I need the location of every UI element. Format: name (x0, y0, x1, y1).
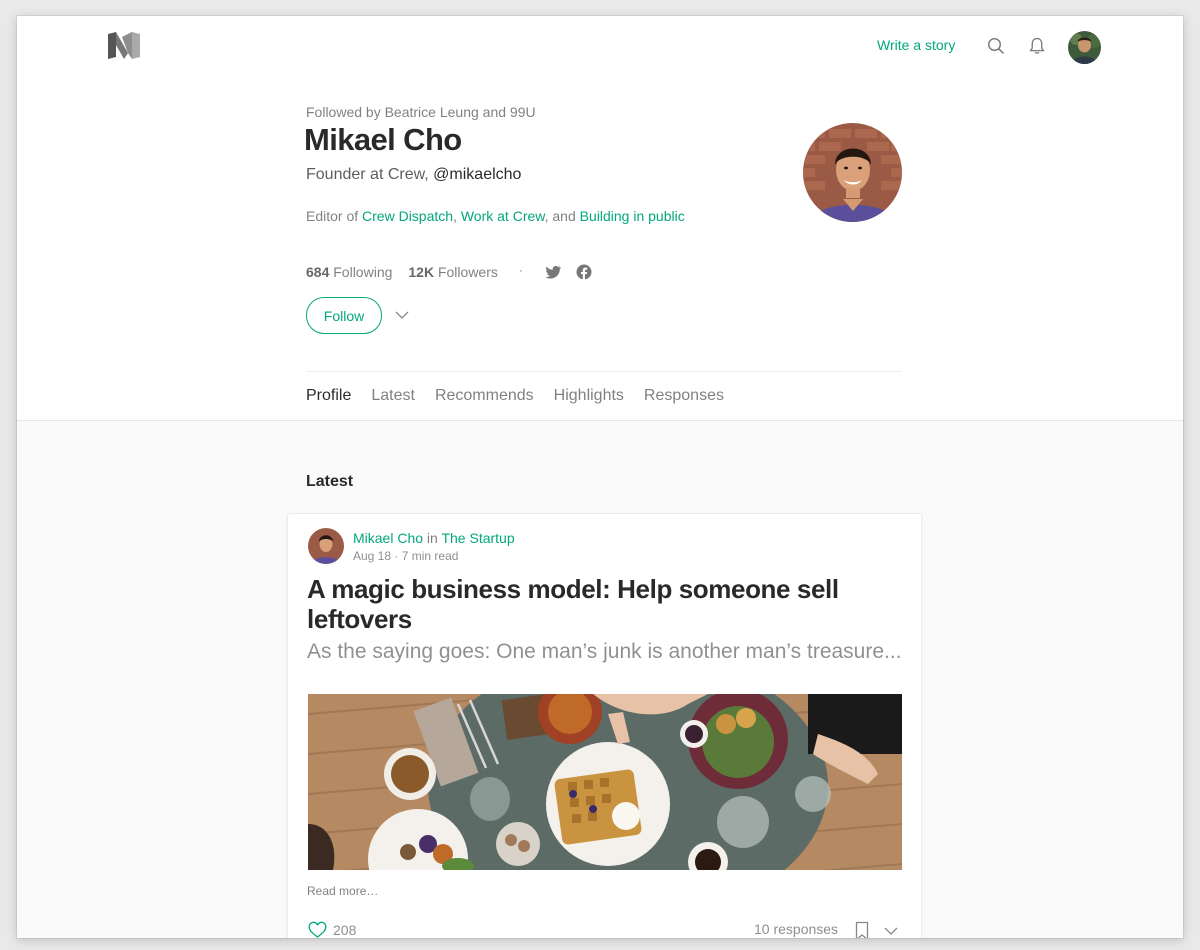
tab-profile[interactable]: Profile (306, 387, 351, 405)
followers-label: Followers (434, 264, 498, 280)
author-avatar[interactable] (308, 528, 344, 564)
bell-icon[interactable] (1027, 36, 1047, 56)
post-subtitle[interactable]: As the saying goes: One man’s junk is an… (307, 640, 902, 664)
read-more-link[interactable]: Read more… (307, 884, 378, 898)
chevron-down-icon[interactable] (394, 307, 410, 323)
post-footer: 208 10 responses (307, 919, 902, 938)
publication-link-crew-dispatch[interactable]: Crew Dispatch (362, 208, 453, 224)
read-time: 7 min read (401, 549, 459, 563)
post-cover-image[interactable] (308, 694, 902, 870)
medium-logo-icon[interactable] (108, 32, 140, 59)
latest-section-title: Latest (306, 473, 354, 490)
post-date-readtime: Aug 18 · 7 min read (353, 549, 458, 563)
search-icon[interactable] (986, 36, 1006, 56)
write-story-link[interactable]: Write a story (877, 37, 955, 53)
author-link[interactable]: Mikael Cho (353, 530, 423, 546)
publication-link-work-at-crew[interactable]: Work at Crew (461, 208, 545, 224)
tab-latest[interactable]: Latest (371, 387, 415, 405)
profile-avatar (803, 123, 902, 222)
tab-highlights[interactable]: Highlights (554, 387, 624, 405)
tab-recommends[interactable]: Recommends (435, 387, 534, 405)
meta-separator: · (391, 549, 402, 563)
editor-separator: , (453, 208, 461, 224)
editor-of-label: Editor of (306, 208, 363, 224)
followers-count[interactable]: 12K Followers (408, 264, 497, 280)
post-date[interactable]: Aug 18 (353, 549, 391, 563)
post-title[interactable]: A magic business model: Help someone sel… (307, 574, 902, 634)
chevron-down-icon[interactable] (883, 923, 899, 938)
profile-handle: @mikaelcho (433, 166, 522, 183)
stats-separator: · (518, 263, 523, 277)
followers-number: 12K (408, 264, 435, 280)
heart-icon[interactable] (307, 919, 328, 938)
like-count[interactable]: 208 (333, 922, 356, 938)
publication-link-building-in-public[interactable]: Building in public (580, 208, 685, 224)
following-count[interactable]: 684 Following (306, 264, 392, 280)
facebook-icon[interactable] (575, 263, 593, 281)
publication-link[interactable]: The Startup (441, 530, 514, 546)
profile-name: Mikael Cho (304, 122, 462, 157)
following-number: 684 (306, 264, 330, 280)
user-avatar[interactable] (1068, 31, 1101, 64)
profile-header: Write a story Followed by Beatrice Leung… (17, 16, 1183, 421)
responses-link[interactable]: 10 responses (754, 921, 838, 937)
tab-responses[interactable]: Responses (644, 387, 724, 405)
in-label: in (423, 530, 442, 546)
twitter-icon[interactable] (544, 263, 562, 281)
post-card: Mikael Cho in The Startup Aug 18 · 7 min… (287, 513, 922, 938)
top-navbar: Write a story (17, 16, 1183, 76)
post-meta: Mikael Cho in The Startup (353, 530, 515, 546)
bookmark-icon[interactable] (854, 921, 870, 938)
profile-stats: 684 Following 12K Followers · (306, 263, 593, 281)
browser-window: Write a story Followed by Beatrice Leung… (17, 16, 1183, 938)
profile-bio: Founder at Crew, @mikaelcho (306, 166, 521, 184)
bio-text: Founder at Crew, (306, 166, 434, 183)
profile-tabs: Profile Latest Recommends Highlights Res… (306, 387, 744, 405)
editor-of-line: Editor of Crew Dispatch, Work at Crew, a… (306, 208, 685, 224)
tabs-divider (306, 371, 902, 372)
editor-separator: , and (544, 208, 580, 224)
follow-button[interactable]: Follow (306, 297, 382, 334)
following-label: Following (329, 264, 393, 280)
followed-by-text: Followed by Beatrice Leung and 99U (306, 104, 536, 120)
